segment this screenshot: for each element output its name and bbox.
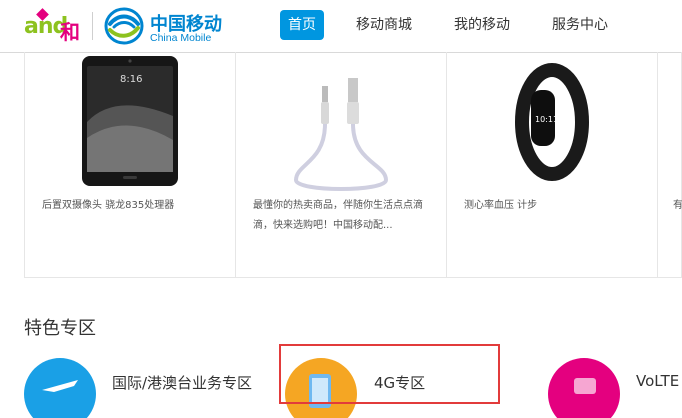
site-header: and 和 中国移动 China Mobile 首页 移动商城 我的移动 服务中… xyxy=(0,0,682,53)
nav-home[interactable]: 首页 xyxy=(280,10,324,40)
nav-my-mobile[interactable]: 我的移动 xyxy=(454,10,510,40)
feature-label: 国际/港澳台业务专区 xyxy=(112,374,253,392)
china-mobile-logo-icon xyxy=(104,7,144,45)
product-desc: 最懂你的热卖商品，伴随你生活点点滴滴，快来选购吧！中国移动配... xyxy=(253,200,423,231)
product-list: 8:16 后置双摄像头 骁龙835处理器 最懂你的热卖商品，伴随你生活点点滴滴，… xyxy=(24,52,682,278)
product-card-cable[interactable]: 最懂你的热卖商品，伴随你生活点点滴滴，快来选购吧！中国移动配... xyxy=(236,52,447,278)
section-title: 特色专区 xyxy=(24,318,96,339)
volte-icon xyxy=(548,358,620,418)
nav-service-center[interactable]: 服务中心 xyxy=(552,10,608,40)
and-logo[interactable]: and 和 xyxy=(24,6,88,44)
brand-name-en: China Mobile xyxy=(150,32,212,44)
svg-text:10:11: 10:11 xyxy=(535,115,558,124)
highlight-box xyxy=(279,344,500,404)
logo-divider xyxy=(92,12,93,40)
he-logo-text: 和 xyxy=(60,20,80,44)
feature-international[interactable]: 国际/港澳台业务专区 xyxy=(24,346,274,418)
nav-mall[interactable]: 移动商城 xyxy=(356,10,412,40)
usb-cable-image[interactable] xyxy=(236,52,447,192)
svg-text:8:16: 8:16 xyxy=(120,74,142,85)
product-desc: 测心率血压 计步 xyxy=(464,200,538,211)
product-card-band[interactable]: 10:11 测心率血压 计步 xyxy=(447,52,658,278)
product-card-partial[interactable]: 有 xyxy=(658,52,682,278)
feature-label: VoLTE xyxy=(636,372,680,390)
china-mobile-logo[interactable]: 中国移动 China Mobile xyxy=(104,6,228,46)
fitness-band-image[interactable]: 10:11 xyxy=(447,52,658,192)
product-desc: 有 xyxy=(673,200,682,211)
feature-volte[interactable]: VoLTE xyxy=(548,346,682,418)
airplane-icon xyxy=(24,358,96,418)
product-desc: 后置双摄像头 骁龙835处理器 xyxy=(42,200,175,211)
phone-image[interactable]: 8:16 xyxy=(25,52,236,192)
product-card-phone[interactable]: 8:16 后置双摄像头 骁龙835处理器 xyxy=(25,52,236,278)
